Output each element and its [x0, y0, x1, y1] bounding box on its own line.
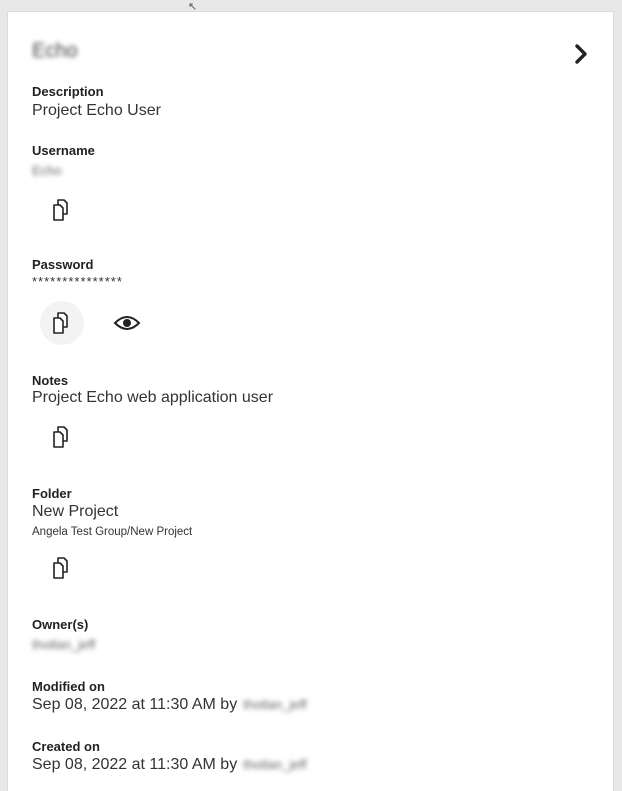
copy-icon [53, 426, 68, 448]
eye-icon [113, 316, 141, 330]
copy-icon [53, 312, 68, 334]
copy-icon [53, 199, 68, 221]
modified-row: Sep 08, 2022 at 11:30 AM by thotlan_jeff [32, 696, 307, 714]
folder-value: New Project [32, 503, 119, 520]
folder-label: Folder [32, 486, 72, 501]
description-value: Project Echo User [32, 102, 161, 119]
password-value: *************** [32, 274, 123, 289]
show-password-button[interactable] [105, 301, 149, 345]
owners-value: thotlan_jeff [32, 637, 96, 652]
notes-label: Notes [32, 373, 69, 388]
password-label: Password [32, 257, 94, 272]
created-label: Created on [32, 739, 100, 754]
copy-icon [53, 557, 68, 579]
notes-value: Project Echo web application user [32, 389, 274, 406]
owners-label: Owner(s) [32, 617, 89, 632]
modified-user: thotlan_jeff [243, 697, 307, 712]
created-user: thotlan_jeff [243, 757, 307, 772]
created-value: Sep 08, 2022 at 11:30 AM by [32, 756, 238, 773]
credential-title: Echo [32, 40, 78, 62]
copy-folder-button[interactable] [40, 546, 84, 590]
created-row: Sep 08, 2022 at 11:30 AM by thotlan_jeff [32, 756, 307, 774]
username-label: Username [32, 143, 95, 158]
copy-username-button[interactable] [40, 188, 84, 232]
folder-path: Angela Test Group/New Project [32, 526, 193, 538]
copy-notes-button[interactable] [40, 415, 84, 459]
username-value: Echo [32, 163, 62, 178]
copy-password-button[interactable] [40, 301, 84, 345]
chevron-right-icon[interactable] [566, 39, 596, 69]
modified-value: Sep 08, 2022 at 11:30 AM by [32, 696, 238, 713]
modified-label: Modified on [32, 679, 105, 694]
description-label: Description [32, 84, 104, 99]
credential-detail-panel: Echo Description Project Echo User Usern… [7, 11, 614, 791]
